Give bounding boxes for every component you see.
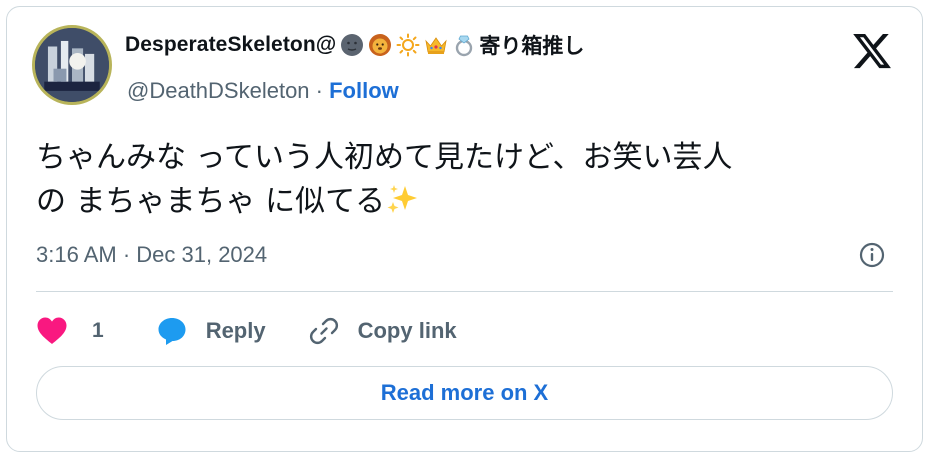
- follow-button[interactable]: Follow: [329, 78, 399, 103]
- tweet-timestamp[interactable]: 3:16 AM · Dec 31, 2024: [36, 242, 267, 268]
- handle-separator: ·: [309, 78, 330, 103]
- tweet-text: ちゃんみな っていう人初めて見たけど、お笑い芸人 の まちゃまちゃ に似てる: [36, 136, 896, 224]
- lion-face-icon: [368, 33, 392, 57]
- info-icon[interactable]: [857, 240, 887, 270]
- author-handle[interactable]: @DeathDSkeleton: [127, 78, 310, 103]
- display-name[interactable]: DesperateSkeleton@: [125, 33, 336, 57]
- crown-icon: [424, 33, 448, 57]
- sun-icon: [396, 33, 420, 57]
- link-icon: [309, 317, 338, 345]
- display-name-suffix: 寄り箱推し: [479, 35, 585, 58]
- handle-row: @DeathDSkeleton · Follow: [127, 78, 399, 104]
- like-button[interactable]: 1: [36, 316, 104, 346]
- action-bar: 1 Reply Copy link: [36, 313, 457, 349]
- read-more-button[interactable]: Read more on X: [36, 366, 893, 420]
- avatar[interactable]: [32, 25, 112, 105]
- sparkles-icon: [385, 182, 419, 216]
- dark-moon-face-icon: [340, 33, 364, 57]
- author-name-row[interactable]: DesperateSkeleton@ 寄り箱推し: [125, 30, 584, 60]
- like-count: 1: [92, 319, 104, 342]
- heart-icon: [37, 317, 67, 344]
- reply-bubble-icon: [158, 318, 186, 345]
- divider: [36, 291, 893, 292]
- reply-label: Reply: [205, 318, 266, 343]
- tweet-text-line-1: ちゃんみな っていう人初めて見たけど、お笑い芸人: [36, 140, 733, 175]
- copy-link-button[interactable]: Copy link: [308, 315, 457, 347]
- ring-icon: [452, 33, 476, 57]
- reply-button[interactable]: Reply: [156, 315, 266, 347]
- tweet-text-line-2: の まちゃまちゃ に似てる: [36, 180, 896, 224]
- read-more-label: Read more on X: [380, 380, 549, 405]
- copy-link-label: Copy link: [357, 318, 457, 343]
- x-logo-icon[interactable]: [851, 30, 893, 72]
- tweet-text-line-2-text: の まちゃまちゃ に似てる: [36, 184, 386, 219]
